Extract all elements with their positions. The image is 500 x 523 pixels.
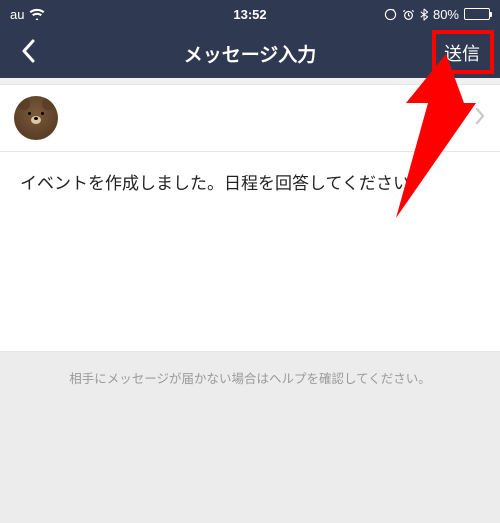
message-input[interactable]: イベントを作成しました。日程を回答してください。 [0,152,500,352]
battery-percent: 80% [433,7,459,22]
helper-text: 相手にメッセージが届かない場合はヘルプを確認してください。 [0,352,500,403]
battery-icon [464,8,490,20]
status-left: au [10,7,45,22]
status-bar: au 13:52 80% [0,0,500,28]
rotation-lock-icon [384,8,397,21]
status-right: 80% [384,7,490,22]
wifi-icon [29,8,45,20]
message-text: イベントを作成しました。日程を回答してください。 [20,174,427,193]
nav-bar: メッセージ入力 送信 [0,28,500,78]
recipient-avatar [14,96,58,140]
back-button[interactable] [12,35,44,72]
send-button[interactable]: 送信 [436,36,488,70]
status-time: 13:52 [233,7,266,22]
carrier-label: au [10,7,24,22]
recipient-row[interactable] [0,84,500,152]
alarm-icon [402,8,415,21]
bottom-area [0,403,500,523]
nav-title: メッセージ入力 [184,40,317,67]
bluetooth-icon [420,8,428,21]
chevron-right-icon [474,105,486,131]
